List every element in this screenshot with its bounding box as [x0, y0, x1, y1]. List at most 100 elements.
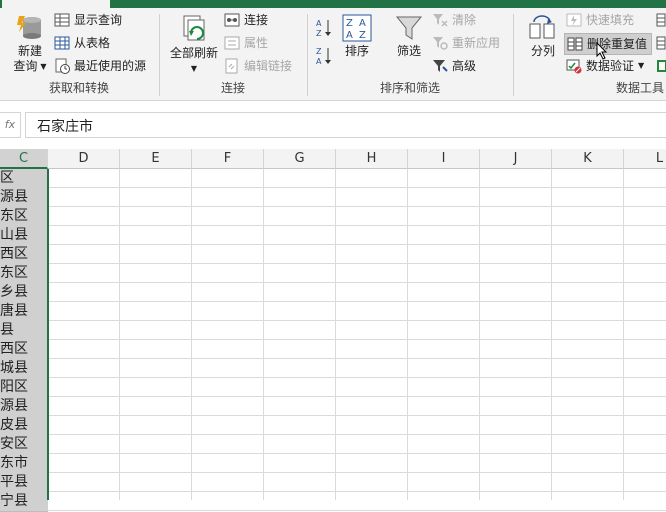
- text-to-columns-label: 分列: [530, 44, 555, 58]
- column-header-i[interactable]: I: [408, 149, 480, 169]
- connections-label: 连接: [244, 13, 269, 27]
- connections-button[interactable]: 连接: [224, 10, 268, 30]
- edit-links-label: 编辑链接: [244, 59, 293, 73]
- selection-border: [47, 169, 49, 500]
- data-model-icon: [657, 60, 666, 72]
- worksheet-grid[interactable]: C D E F G H I J K L 区源县 东区 山县 西区 东区 乡县 唐县县西区 城县 阳区 源县 皮县 安区 东市…: [0, 149, 666, 512]
- relationships-button[interactable]: [656, 33, 666, 53]
- cell-c[interactable]: 西区: [0, 245, 48, 265]
- svg-text:A: A: [359, 18, 366, 29]
- column-header-k[interactable]: K: [552, 149, 624, 169]
- show-queries-label: 显示查询: [74, 13, 123, 27]
- dropdown-arrow-icon: ▼: [190, 64, 198, 73]
- gridline-vertical: [335, 169, 336, 500]
- cell-c[interactable]: 乡县: [0, 283, 48, 303]
- column-header-d[interactable]: D: [48, 149, 120, 169]
- column-header-f[interactable]: F: [192, 149, 264, 169]
- svg-text:A: A: [316, 57, 322, 66]
- from-table-button[interactable]: 从表格: [54, 33, 110, 53]
- cell-c[interactable]: 唐县: [0, 302, 48, 322]
- gridline-horizontal: [48, 396, 666, 397]
- cell-c[interactable]: 西区: [0, 340, 48, 360]
- cell-c[interactable]: 东区: [0, 207, 48, 227]
- sort-descending-button[interactable]: ZA: [316, 46, 334, 66]
- from-table-label: 从表格: [74, 36, 111, 50]
- flash-fill-button[interactable]: 快速填充: [566, 10, 634, 30]
- column-header-h[interactable]: H: [336, 149, 408, 169]
- formula-input[interactable]: 石家庄市: [25, 112, 666, 138]
- dropdown-arrow-icon: ▼: [40, 62, 47, 71]
- cell-c[interactable]: 皮县: [0, 416, 48, 436]
- column-header-j[interactable]: J: [480, 149, 552, 169]
- column-header-l[interactable]: L: [624, 149, 666, 169]
- text-to-columns-button[interactable]: 分列: [526, 14, 560, 59]
- cell-c[interactable]: 平县: [0, 473, 48, 493]
- cell-c[interactable]: 源县: [0, 397, 48, 417]
- refresh-all-button[interactable]: 全部刷新 ▼: [168, 14, 220, 76]
- fx-label[interactable]: fx: [0, 112, 21, 138]
- clear-filter-button[interactable]: 清除: [432, 10, 476, 30]
- gridline-horizontal: [48, 187, 666, 188]
- manage-data-model-button[interactable]: [656, 56, 666, 76]
- cell-c[interactable]: 安区: [0, 435, 48, 455]
- cell-c[interactable]: 东区: [0, 264, 48, 284]
- properties-button[interactable]: 属性: [224, 33, 268, 53]
- column-header-c[interactable]: C: [0, 149, 48, 169]
- refresh-all-label: 全部刷新: [169, 46, 218, 60]
- new-query-label-1: 新建: [17, 44, 42, 58]
- gridline-horizontal: [48, 225, 666, 226]
- cell-c[interactable]: 阳区: [0, 378, 48, 398]
- column-header-e[interactable]: E: [120, 149, 192, 169]
- show-queries-button[interactable]: 显示查询: [54, 10, 122, 30]
- mouse-cursor-icon: [596, 42, 608, 60]
- group-sort-filter: AZ ZA Z A A Z 排序 筛选 清除 重新应用 高级 排序和筛选: [308, 8, 512, 100]
- filter-button[interactable]: 筛选: [392, 14, 426, 59]
- consolidate-button[interactable]: [656, 10, 666, 30]
- text-to-columns-icon: [529, 15, 555, 39]
- group-label-sort-filter: 排序和筛选: [379, 81, 440, 95]
- cell-c[interactable]: 县: [0, 321, 48, 341]
- connections-icon: [224, 13, 240, 27]
- properties-label: 属性: [244, 36, 269, 50]
- column-header-g[interactable]: G: [264, 149, 336, 169]
- sort-az-icon: AZ: [316, 19, 331, 38]
- gridline-vertical: [551, 169, 552, 500]
- data-validation-icon: [566, 59, 582, 74]
- refresh-all-icon: [183, 15, 205, 41]
- grid-table-icon: [54, 36, 70, 50]
- data-validation-label: 数据验证: [586, 59, 635, 73]
- sort-za-icon: ZA: [316, 47, 331, 66]
- flash-fill-label: 快速填充: [586, 13, 635, 27]
- gridline-horizontal: [48, 320, 666, 321]
- group-label-data-tools: 数据工具: [615, 81, 664, 95]
- sort-button[interactable]: Z A A Z 排序: [340, 14, 374, 59]
- svg-text:A: A: [316, 19, 322, 28]
- cell-c[interactable]: 东市: [0, 454, 48, 474]
- recent-sources-button[interactable]: 最近使用的源: [54, 56, 146, 76]
- cell-c[interactable]: 城县: [0, 359, 48, 379]
- group-label-connections: 连接: [220, 81, 245, 95]
- cell-c[interactable]: 源县: [0, 188, 48, 208]
- flash-fill-icon: [566, 13, 582, 27]
- advanced-filter-label: 高级: [452, 59, 477, 73]
- gridline-horizontal: [48, 263, 666, 264]
- ribbon: 新建 查询 ▼ 显示查询 从表格 最近使用的源 获取和转换 全部刷新 ▼ 连接 …: [0, 8, 666, 101]
- gridline-horizontal: [48, 282, 666, 283]
- remove-duplicates-button[interactable]: 删除重复值: [564, 33, 653, 55]
- formula-value: 石家庄市: [37, 119, 93, 135]
- gridline-vertical: [407, 169, 408, 500]
- group-connections: 全部刷新 ▼ 连接 属性 编辑链接 连接: [160, 8, 306, 100]
- recent-sources-label: 最近使用的源: [74, 59, 147, 73]
- cell-c[interactable]: 区: [0, 169, 48, 189]
- gridline-vertical: [479, 169, 480, 500]
- sort-ascending-button[interactable]: AZ: [316, 18, 334, 38]
- cell-c[interactable]: 宁县: [0, 492, 48, 512]
- recent-sources-icon: [55, 58, 70, 74]
- reapply-button[interactable]: 重新应用: [432, 33, 500, 53]
- gridline-horizontal: [48, 510, 666, 511]
- svg-text:Z: Z: [359, 30, 366, 41]
- new-query-button[interactable]: 新建 查询 ▼: [8, 14, 52, 74]
- cell-c[interactable]: 山县: [0, 226, 48, 246]
- edit-links-button[interactable]: 编辑链接: [224, 56, 292, 76]
- advanced-filter-button[interactable]: 高级: [432, 56, 476, 76]
